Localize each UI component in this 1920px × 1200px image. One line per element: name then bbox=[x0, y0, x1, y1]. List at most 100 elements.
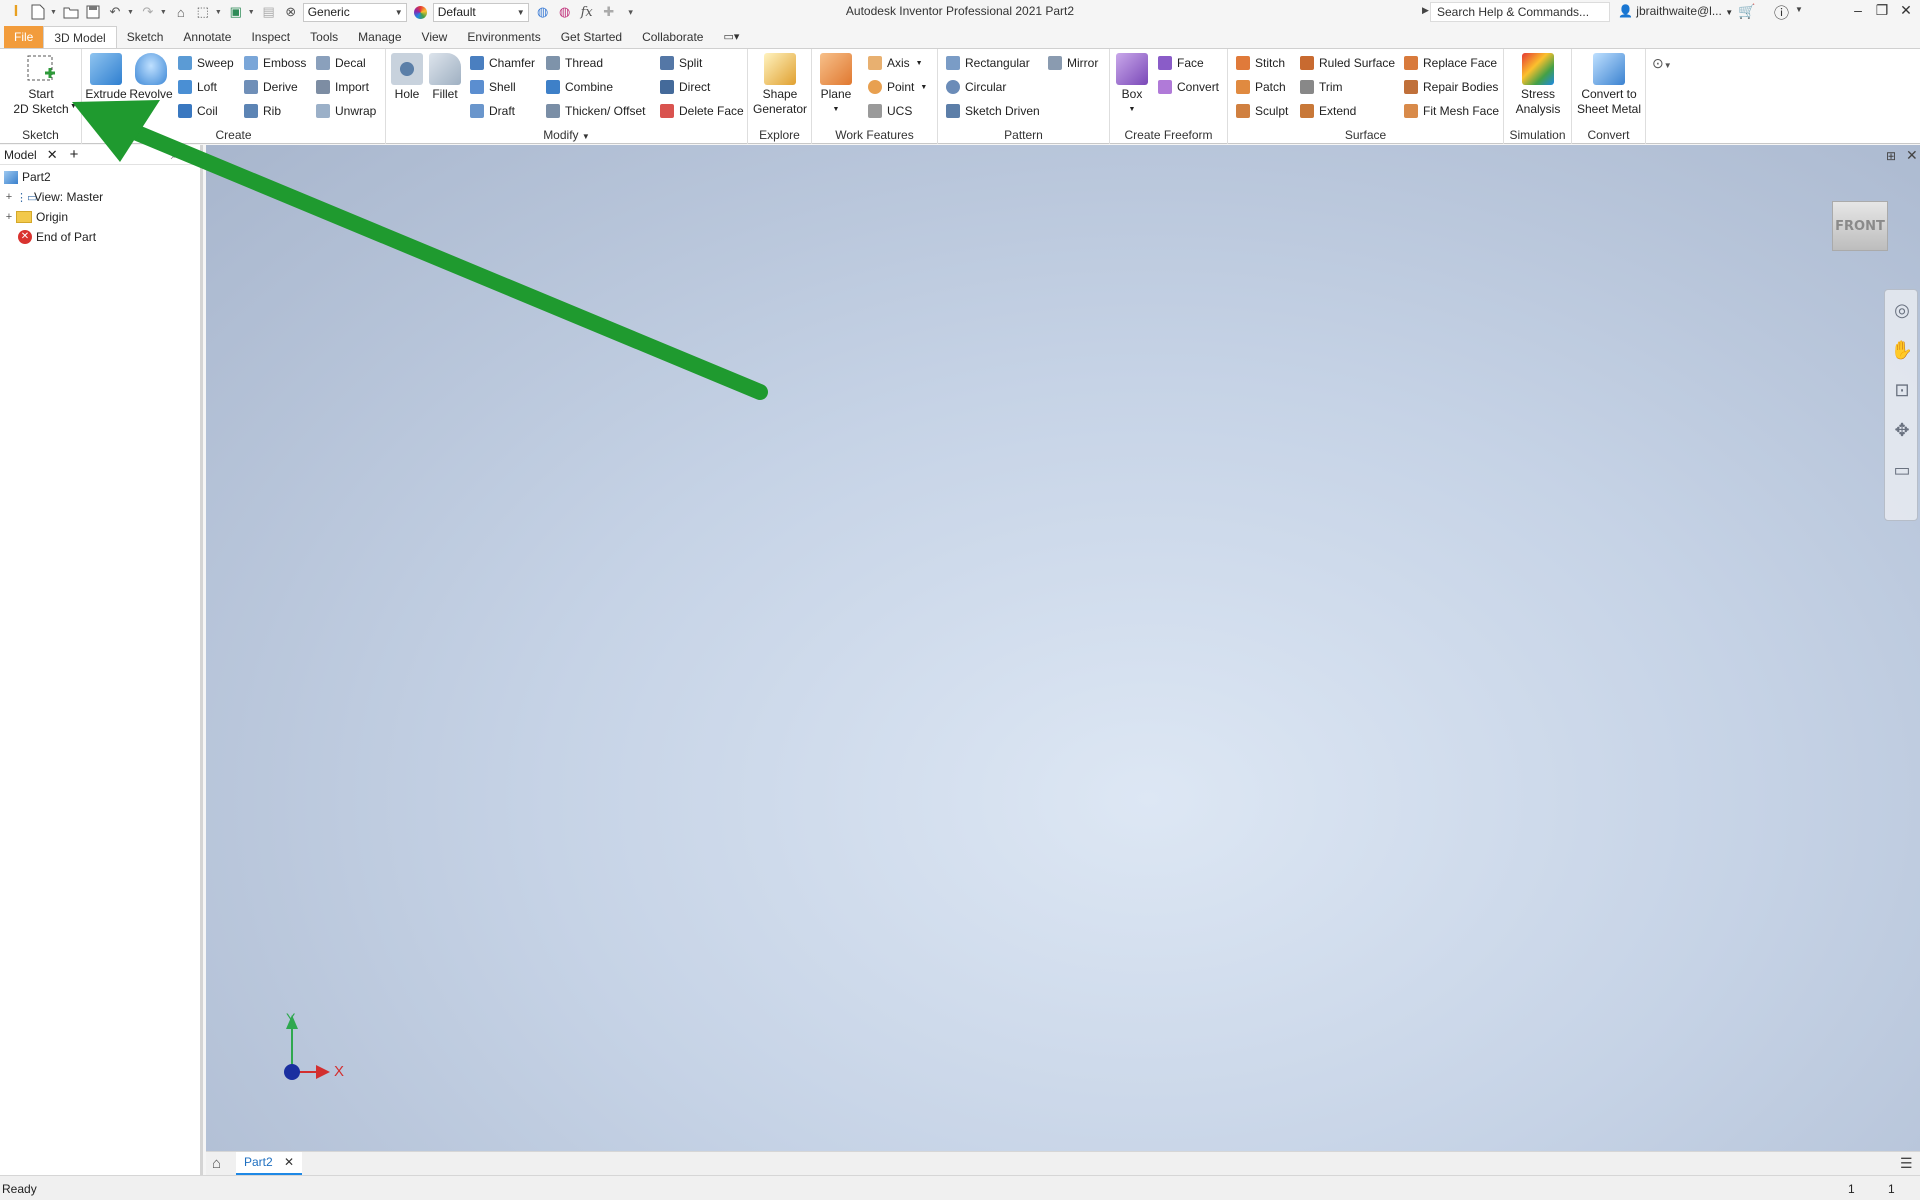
convert-to-sheet-metal-button[interactable]: Convert to Sheet Metal bbox=[1574, 53, 1644, 117]
close-icon[interactable]: ✕ bbox=[1906, 147, 1918, 164]
revolve-button[interactable]: Revolve bbox=[128, 53, 174, 102]
extend-button[interactable]: Extend bbox=[1300, 101, 1356, 121]
search-expand-icon[interactable]: ▶ bbox=[1422, 5, 1429, 16]
close-icon[interactable]: ✕ bbox=[1894, 2, 1918, 22]
ribbon-options-icon[interactable]: ▭▾ bbox=[713, 26, 749, 48]
measure-icon[interactable]: ▤ bbox=[259, 2, 279, 22]
loft-button[interactable]: Loft bbox=[178, 77, 217, 97]
shape-generator-button[interactable]: Shape Generator bbox=[750, 53, 810, 117]
start-2d-sketch-button[interactable]: Start 2D Sketch bbox=[6, 53, 76, 117]
tree-item-part[interactable]: Part2 bbox=[0, 167, 200, 187]
tab-inspect[interactable]: Inspect bbox=[241, 26, 300, 48]
restore-icon[interactable]: ❐ bbox=[1870, 2, 1894, 22]
tab-sketch[interactable]: Sketch bbox=[117, 26, 174, 48]
decal-button[interactable]: Decal bbox=[316, 53, 366, 73]
chevron-down-icon[interactable]: ▼ bbox=[70, 103, 77, 110]
tree-item-end-of-part[interactable]: ✕ End of Part bbox=[0, 227, 200, 247]
combine-button[interactable]: Combine bbox=[546, 77, 613, 97]
tab-view[interactable]: View bbox=[412, 26, 458, 48]
help-dropdown-icon[interactable]: ▼ bbox=[1795, 5, 1803, 14]
stress-analysis-button[interactable]: Stress Analysis bbox=[1508, 53, 1568, 117]
tile-windows-icon[interactable]: ⊞ bbox=[1886, 149, 1896, 163]
unwrap-button[interactable]: Unwrap bbox=[316, 101, 376, 121]
thicken-offset-button[interactable]: Thicken/ Offset bbox=[546, 101, 645, 121]
home-icon[interactable]: ⌂ bbox=[171, 2, 191, 22]
box-button[interactable]: Box ▼ bbox=[1114, 53, 1150, 117]
fillet-button[interactable]: Fillet bbox=[426, 53, 464, 102]
material-combo[interactable]: Generic ▼ bbox=[302, 2, 407, 22]
doc-tab-part2[interactable]: Part2 ✕ bbox=[236, 1152, 303, 1175]
split-button[interactable]: Split bbox=[660, 53, 702, 73]
ruled-surface-button[interactable]: Ruled Surface bbox=[1300, 53, 1395, 73]
look-at-icon[interactable]: ▭ bbox=[1885, 450, 1919, 490]
orbit-icon[interactable]: ✥ bbox=[1885, 410, 1919, 450]
graphics-window[interactable]: ⊞ ✕ FRONT ◎ ✋ ⊡ ✥ ▭ Y X bbox=[206, 145, 1920, 1151]
minimize-icon[interactable]: – bbox=[1846, 2, 1870, 22]
rectangular-pattern-button[interactable]: Rectangular bbox=[946, 53, 1030, 73]
customize-qat-icon[interactable]: ▾ bbox=[621, 2, 641, 22]
tab-manage[interactable]: Manage bbox=[348, 26, 411, 48]
add-tab-icon[interactable]: + bbox=[64, 146, 85, 163]
plane-button[interactable]: Plane ▼ bbox=[816, 53, 856, 117]
axis-button[interactable]: Axis ▼ bbox=[868, 53, 923, 73]
tree-item-view-master[interactable]: + ⋮▭ View: Master bbox=[0, 187, 200, 207]
ribbon-more-icon[interactable]: ⊙▼ bbox=[1652, 55, 1672, 72]
menu-icon[interactable]: ☰ bbox=[1900, 1155, 1913, 1172]
rib-button[interactable]: Rib bbox=[244, 101, 281, 121]
viewcube[interactable]: FRONT bbox=[1832, 201, 1888, 251]
tab-file[interactable]: File bbox=[4, 26, 44, 48]
tree-item-origin[interactable]: + Origin bbox=[0, 207, 200, 227]
tab-tools[interactable]: Tools bbox=[300, 26, 348, 48]
undo-dropdown-icon[interactable]: ▼ bbox=[127, 9, 134, 16]
thread-button[interactable]: Thread bbox=[546, 53, 603, 73]
home-icon[interactable]: ⌂ bbox=[212, 1155, 221, 1172]
draft-button[interactable]: Draft bbox=[470, 101, 515, 121]
help-search-input[interactable]: Search Help & Commands... bbox=[1430, 2, 1610, 22]
appearance-combo[interactable]: Default ▼ bbox=[432, 2, 529, 22]
tab-3d-model[interactable]: 3D Model bbox=[43, 26, 117, 48]
chamfer-button[interactable]: Chamfer bbox=[470, 53, 535, 73]
clear-appearance-icon[interactable]: ◍ bbox=[555, 2, 575, 22]
import-button[interactable]: Import bbox=[316, 77, 369, 97]
expand-icon[interactable]: + bbox=[4, 211, 14, 223]
shell-button[interactable]: Shell bbox=[470, 77, 516, 97]
sweep-button[interactable]: Sweep bbox=[178, 53, 234, 73]
convert-button[interactable]: Convert bbox=[1158, 77, 1219, 97]
update-dropdown-icon[interactable]: ▼ bbox=[248, 9, 255, 16]
ucs-button[interactable]: UCS bbox=[868, 101, 912, 121]
user-account[interactable]: 👤 jbraithwaite@l... ▼ bbox=[1618, 4, 1733, 18]
redo-dropdown-icon[interactable]: ▼ bbox=[160, 9, 167, 16]
help-icon[interactable]: ⓘ bbox=[1774, 2, 1789, 23]
coil-button[interactable]: Coil bbox=[178, 101, 218, 121]
inventor-logo-icon[interactable]: I bbox=[6, 2, 26, 22]
zoom-icon[interactable]: ⊡ bbox=[1885, 370, 1919, 410]
face-button[interactable]: Face bbox=[1158, 53, 1204, 73]
delete-face-button[interactable]: Delete Face bbox=[660, 101, 744, 121]
tab-environments[interactable]: Environments bbox=[457, 26, 550, 48]
circular-pattern-button[interactable]: Circular bbox=[946, 77, 1006, 97]
new-dropdown-icon[interactable]: ▼ bbox=[50, 9, 57, 16]
select-dropdown-icon[interactable]: ▼ bbox=[215, 9, 222, 16]
direct-button[interactable]: Direct bbox=[660, 77, 710, 97]
close-icon[interactable]: ✕ bbox=[284, 1155, 294, 1169]
steering-wheel-icon[interactable]: ◎ bbox=[1885, 290, 1919, 330]
close-icon[interactable]: ✕ bbox=[41, 147, 64, 163]
tab-annotate[interactable]: Annotate bbox=[173, 26, 241, 48]
adjust-appearance-icon[interactable]: ◍ bbox=[533, 2, 553, 22]
emboss-button[interactable]: Emboss bbox=[244, 53, 306, 73]
pan-icon[interactable]: ✋ bbox=[1885, 330, 1919, 370]
trim-button[interactable]: Trim bbox=[1300, 77, 1343, 97]
expand-icon[interactable]: + bbox=[4, 191, 14, 203]
open-file-icon[interactable] bbox=[61, 2, 81, 22]
tab-get-started[interactable]: Get Started bbox=[551, 26, 632, 48]
redo-icon[interactable]: ↷ bbox=[138, 2, 158, 22]
repair-bodies-button[interactable]: Repair Bodies bbox=[1404, 77, 1498, 97]
patch-button[interactable]: Patch bbox=[1236, 77, 1286, 97]
mirror-button[interactable]: Mirror bbox=[1048, 53, 1098, 73]
sketch-driven-button[interactable]: Sketch Driven bbox=[946, 101, 1040, 121]
derive-button[interactable]: Derive bbox=[244, 77, 298, 97]
browser-tab-model[interactable]: Model bbox=[0, 148, 41, 162]
undo-icon[interactable]: ↶ bbox=[105, 2, 125, 22]
fit-mesh-face-button[interactable]: Fit Mesh Face bbox=[1404, 101, 1499, 121]
extrude-button[interactable]: Extrude bbox=[84, 53, 128, 102]
